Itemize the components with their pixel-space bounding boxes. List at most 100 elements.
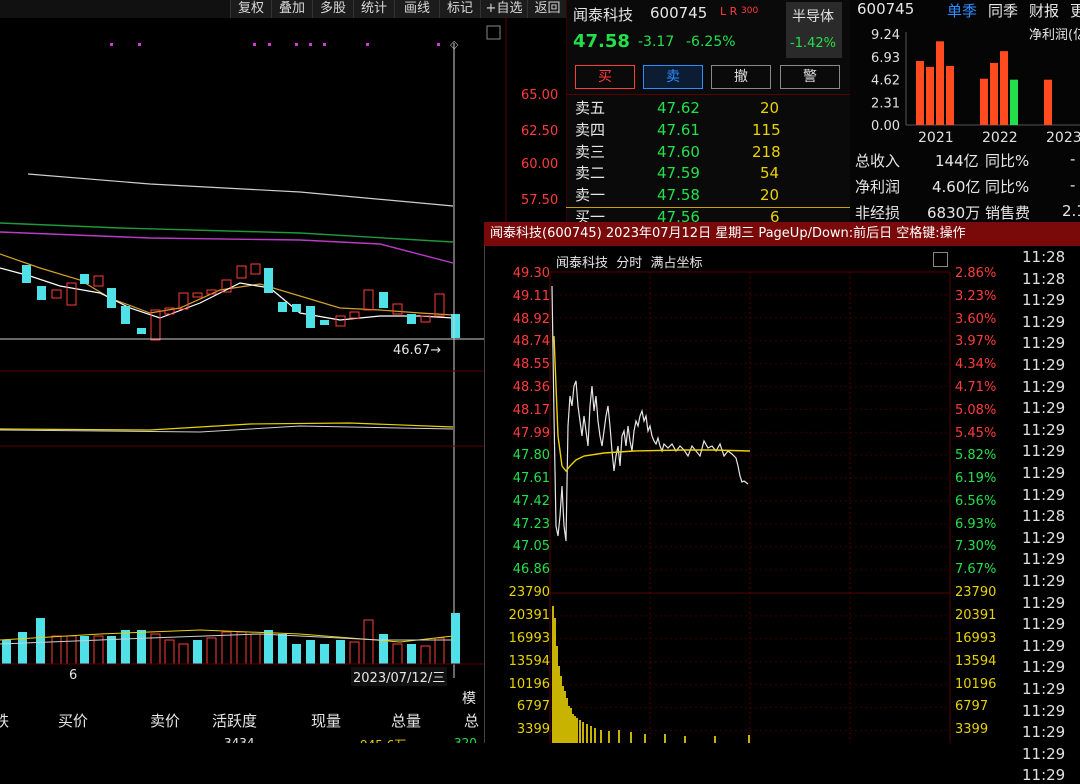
multi-stock-button[interactable]: 多股 <box>312 0 353 18</box>
col-header[interactable]: 买价 <box>58 710 88 731</box>
fin-row-value: 144亿 <box>935 152 979 170</box>
popup-title-text: 闻泰科技(600745) 2023年07月12日 星期三 PageUp/Down… <box>490 226 966 241</box>
left-price-tick: 48.17 <box>512 403 550 418</box>
tick-time: 11:29 <box>1022 550 1066 569</box>
fin-code: 600745 <box>857 0 915 18</box>
right-pct-tick: 5.08% <box>955 403 997 418</box>
tick-time: 11:28 <box>1022 248 1066 266</box>
price-tick-60: 60.00 <box>521 157 559 172</box>
left-price-tick: 49.30 <box>512 266 550 281</box>
tick-time: 11:29 <box>1022 701 1066 720</box>
col-header[interactable]: 卖价 <box>150 710 180 731</box>
left-price-tick: 49.11 <box>512 289 550 304</box>
tab-report[interactable]: 财报 <box>1029 0 1059 21</box>
left-price-tick: 47.23 <box>512 517 550 532</box>
fin-row-value: 6830万 <box>927 204 981 222</box>
buy-button[interactable]: 买 <box>575 65 635 89</box>
tab-single-quarter[interactable]: 单季 <box>947 0 977 21</box>
left-price-tick: 48.36 <box>512 380 550 395</box>
level-vol: 20 <box>760 99 780 117</box>
partial-value: 945.6万 <box>360 736 406 743</box>
volume-tick-left: 10196 <box>508 677 550 692</box>
tick-time: 11:29 <box>1022 312 1066 331</box>
left-price-tick: 48.55 <box>512 357 550 372</box>
intraday-popup-title[interactable]: 闻泰科技(600745) 2023年07月12日 星期三 PageUp/Down… <box>484 222 1080 246</box>
right-pct-tick: 4.34% <box>955 357 997 372</box>
col-header[interactable]: 总 <box>464 710 479 731</box>
sector-name: 半导体 <box>792 9 834 25</box>
volume-tick-right: 13594 <box>955 654 997 669</box>
alert-button[interactable]: 警 <box>780 65 840 89</box>
fin-bar <box>1010 79 1018 125</box>
sell-button[interactable]: 卖 <box>643 65 703 89</box>
date-label: 2023/07/12/三 <box>351 667 448 686</box>
level-vol: 6 <box>770 208 780 222</box>
fin-year-label: 2021 <box>918 130 954 146</box>
volume-tick-right: 10196 <box>955 677 997 692</box>
tab-same-quarter[interactable]: 同季 <box>988 0 1018 21</box>
chart-toolbar: 复权 叠加 多股 统计 画线 标记 +自选 返回 <box>0 0 567 18</box>
sector-box[interactable]: 半导体 -1.42% <box>786 2 842 58</box>
fin-bar <box>990 62 998 125</box>
quote-divider <box>566 94 850 95</box>
fin-ytick: 6.93 <box>871 51 900 66</box>
volume-tick-left: 16993 <box>508 631 550 646</box>
low-price-label: 46.67→ <box>393 343 442 358</box>
net-profit-chart: 9.24 6.93 4.62 2.31 0.00 2021 2022 2023 <box>871 28 1080 146</box>
volume-tick-left: 23790 <box>508 585 550 600</box>
left-price-tick: 46.86 <box>512 562 550 577</box>
col-header[interactable]: 活跃度 <box>212 710 257 731</box>
tick-time: 11:29 <box>1022 485 1066 504</box>
tick-time: 11:29 <box>1022 356 1066 374</box>
level-price: 47.60 <box>657 143 700 161</box>
tick-time: 11:29 <box>1022 615 1066 634</box>
back-button[interactable]: 返回 <box>527 0 567 18</box>
tick-time: 11:29 <box>1022 766 1066 784</box>
col-header[interactable]: 现量 <box>311 710 341 731</box>
level-label: 卖四 <box>575 121 606 139</box>
left-price-tick: 47.80 <box>512 448 550 463</box>
tick-time: 11:29 <box>1022 572 1066 590</box>
tick-time: 11:29 <box>1022 399 1066 418</box>
level-divider <box>566 207 850 208</box>
add-favorite-button[interactable]: +自选 <box>480 0 527 18</box>
tick-time: 11:29 <box>1022 744 1066 763</box>
right-pct-tick: 3.60% <box>955 312 997 327</box>
level-label: 卖二 <box>575 164 606 182</box>
cancel-order-button[interactable]: 撤 <box>711 65 771 89</box>
fin-row-label: 净利润 <box>855 178 901 196</box>
draw-line-button[interactable]: 画线 <box>394 0 439 18</box>
price-tick-57.5: 57.50 <box>521 193 559 208</box>
level-price: 47.61 <box>657 121 700 139</box>
fin-bar <box>916 60 924 125</box>
fin-year-label: 2023 <box>1046 130 1080 146</box>
period-label: 6 <box>69 668 78 683</box>
tick-time: 11:29 <box>1022 593 1066 612</box>
mark-button[interactable]: 标记 <box>439 0 480 18</box>
left-price-tick: 48.74 <box>512 334 550 349</box>
right-pct-tick: 6.19% <box>955 471 997 486</box>
fin-ytick: 4.62 <box>871 74 900 89</box>
tab-more[interactable]: 更 <box>1070 0 1080 21</box>
volume-tick-right: 23790 <box>955 585 997 600</box>
volume-tick-left: 13594 <box>508 654 550 669</box>
col-header[interactable]: 跌 <box>0 710 9 731</box>
tick-time: 11:29 <box>1022 658 1066 677</box>
fin-bar <box>1044 79 1052 125</box>
tick-time: 11:29 <box>1022 442 1066 461</box>
kline-chart[interactable]: ◇ <box>0 18 566 708</box>
statistics-button[interactable]: 统计 <box>353 0 394 18</box>
stock-flags: L R <box>720 5 738 18</box>
col-header[interactable]: 总量 <box>391 710 421 731</box>
right-pct-tick: 7.30% <box>955 539 997 554</box>
tick-time: 11:29 <box>1022 334 1066 353</box>
level-vol: 115 <box>752 121 781 139</box>
level-label: 卖三 <box>575 143 606 161</box>
left-price-tick: 47.61 <box>512 471 550 486</box>
partial-value: 320 <box>454 736 477 743</box>
intraday-svg <box>549 271 951 743</box>
restore-rights-button[interactable]: 复权 <box>230 0 271 18</box>
level-label: 卖一 <box>575 186 606 204</box>
right-pct-tick: 6.56% <box>955 494 997 509</box>
overlay-button[interactable]: 叠加 <box>271 0 312 18</box>
